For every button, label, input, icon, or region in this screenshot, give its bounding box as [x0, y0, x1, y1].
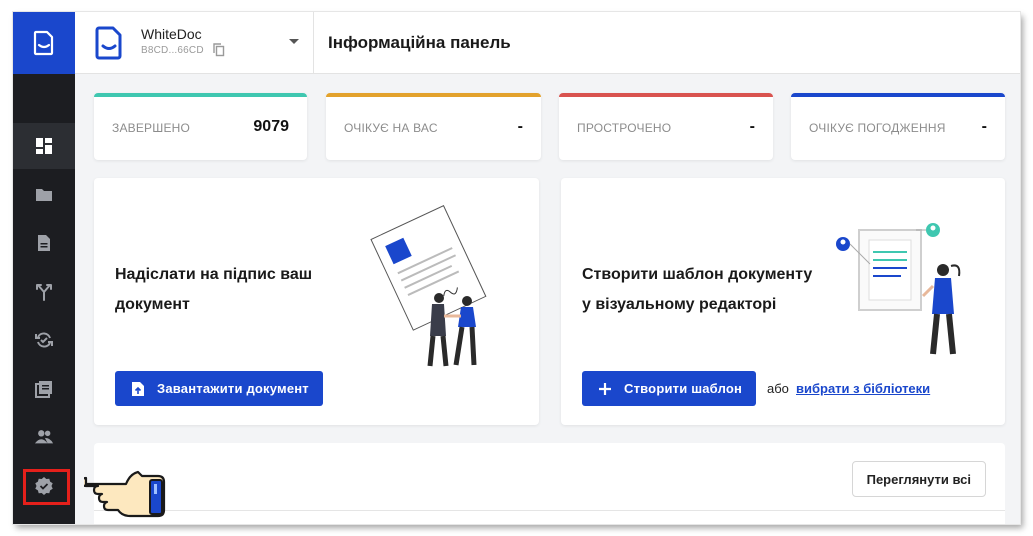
stat-value: -	[749, 118, 755, 135]
stat-card-awaiting-you[interactable]: ОЧІКУЄ НА ВАС -	[326, 93, 541, 160]
upload-file-icon	[132, 381, 144, 396]
org-id: B8CD...66CD	[141, 45, 204, 56]
sync-check-icon	[35, 332, 53, 348]
card-title-line: Надіслати на підпис ваш	[115, 266, 313, 283]
highlight-frame	[23, 469, 70, 505]
org-logo-icon	[95, 26, 122, 60]
users-icon	[34, 430, 54, 444]
send-for-signature-card: Надіслати на підпис ваш документ Заванта…	[94, 178, 539, 425]
button-label: Завантажити документ	[157, 381, 309, 396]
sidebar-item-sync[interactable]	[13, 317, 75, 363]
stat-card-overdue[interactable]: ПРОСТРОЧЕНО -	[559, 93, 773, 160]
top-header: WhiteDoc B8CD...66CD Інформаційна панель	[75, 12, 1020, 74]
chevron-down-icon[interactable]	[289, 39, 299, 44]
sidebar-item-dashboard[interactable]	[13, 123, 75, 169]
recent-documents-card: Переглянути всі	[94, 443, 1005, 524]
stat-color-bar	[791, 93, 1005, 97]
handshake-illustration	[370, 205, 487, 367]
divider	[94, 510, 1005, 511]
organization-switcher[interactable]: WhiteDoc B8CD...66CD	[75, 12, 314, 74]
document-icon	[38, 235, 50, 251]
app-window: WhiteDoc B8CD...66CD Інформаційна панель…	[13, 12, 1020, 524]
sidebar-item-users[interactable]	[13, 414, 75, 460]
workflow-icon	[36, 284, 52, 301]
sidebar-item-documents[interactable]	[13, 220, 75, 266]
stat-value: 9079	[253, 118, 289, 135]
page-title: Інформаційна панель	[328, 33, 511, 52]
stat-color-bar	[94, 93, 307, 97]
dashboard-icon	[36, 138, 52, 154]
library-icon	[35, 381, 52, 398]
button-label: Створити шаблон	[624, 381, 743, 396]
stat-color-bar	[326, 93, 541, 97]
logo-icon	[33, 30, 54, 56]
stat-value: -	[517, 118, 523, 135]
template-editor-illustration	[836, 223, 961, 355]
upload-document-button[interactable]: Завантажити документ	[115, 371, 323, 406]
pointing-hand-icon	[84, 470, 166, 518]
stat-value: -	[981, 118, 987, 135]
plus-icon	[599, 382, 611, 395]
stat-label: ОЧІКУЄ ПОГОДЖЕННЯ	[809, 121, 946, 135]
sidebar-item-library[interactable]	[13, 366, 75, 412]
stat-color-bar	[559, 93, 773, 97]
create-template-button[interactable]: Створити шаблон	[582, 371, 757, 406]
app-logo[interactable]	[13, 12, 75, 74]
stat-label: ПРОСТРОЧЕНО	[577, 121, 672, 135]
folder-icon	[36, 189, 52, 201]
card-title-line: документ	[115, 296, 190, 313]
stat-card-completed[interactable]: ЗАВЕРШЕНО 9079	[94, 93, 307, 160]
copy-icon[interactable]	[213, 43, 225, 57]
card-title-line: у візуальному редакторі	[582, 296, 777, 313]
view-all-button[interactable]: Переглянути всі	[851, 461, 986, 497]
stat-label: ОЧІКУЄ НА ВАС	[344, 121, 438, 135]
sidebar-item-workflow[interactable]	[13, 269, 75, 315]
card-title: Надіслати на підпис ваш документ	[115, 260, 355, 320]
create-template-card: Створити шаблон документу у візуальному …	[561, 178, 1005, 425]
choose-from-library-link[interactable]: вибрати з бібліотеки	[796, 381, 930, 396]
stat-card-awaiting-approval[interactable]: ОЧІКУЄ ПОГОДЖЕННЯ -	[791, 93, 1005, 160]
or-text: або	[767, 381, 789, 396]
stat-label: ЗАВЕРШЕНО	[112, 121, 191, 135]
card-title-line: Створити шаблон документу	[582, 266, 813, 283]
card-title: Створити шаблон документу у візуальному …	[582, 260, 822, 320]
sidebar	[13, 12, 75, 524]
org-name: WhiteDoc	[141, 26, 202, 42]
sidebar-item-folders[interactable]	[13, 172, 75, 218]
